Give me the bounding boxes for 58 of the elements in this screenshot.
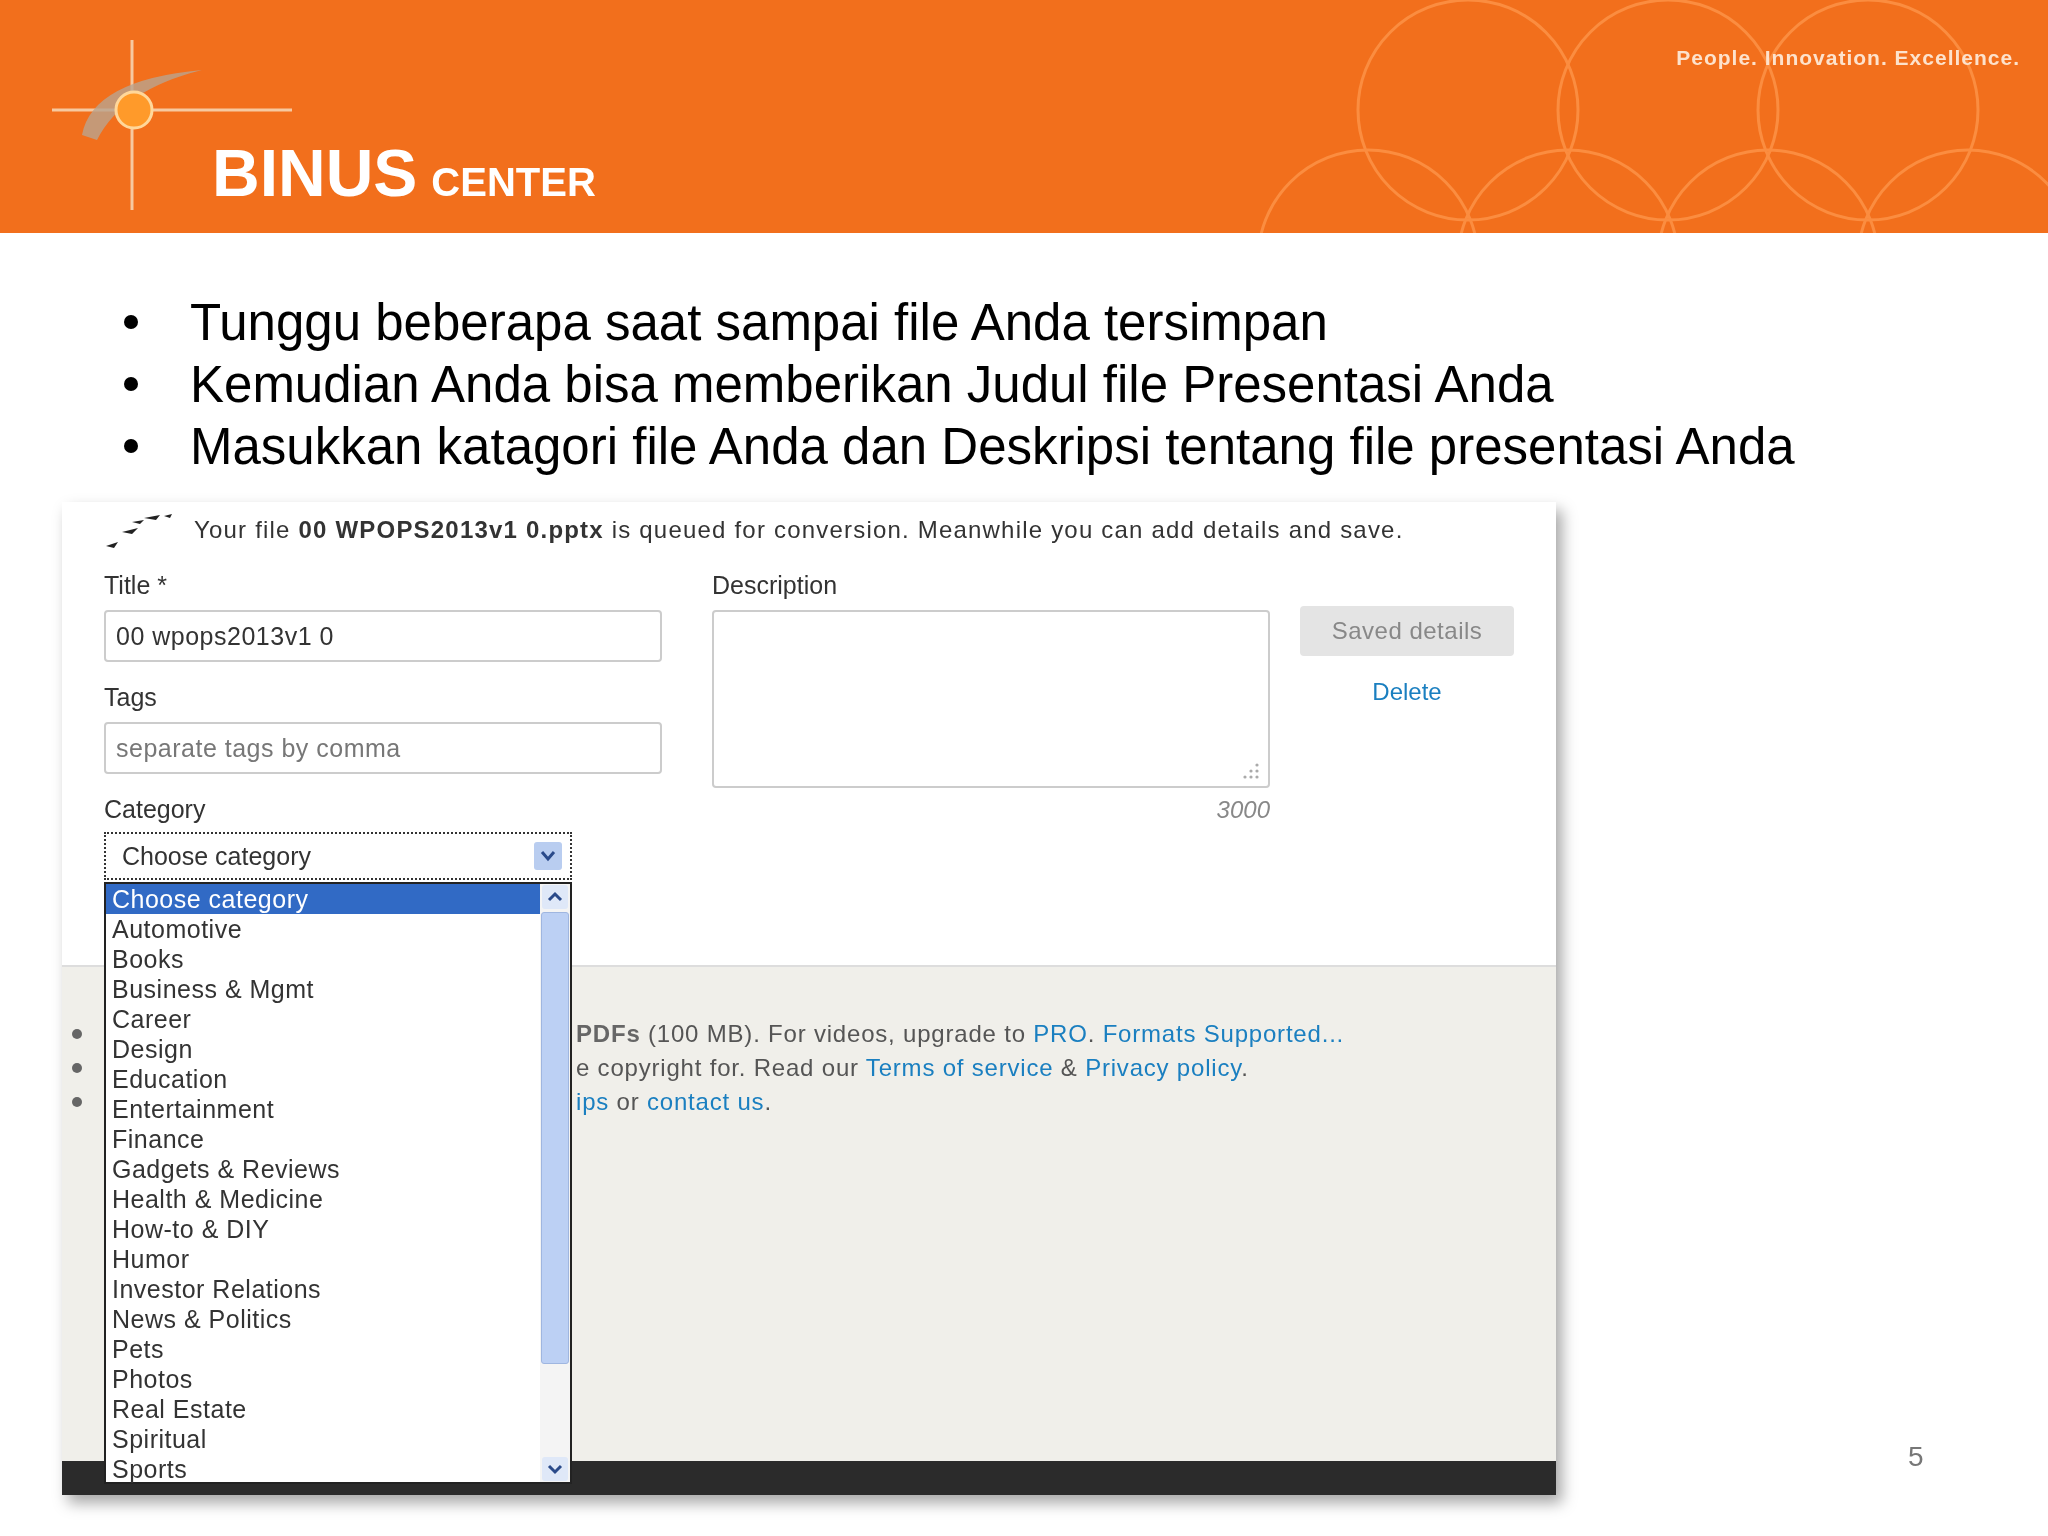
category-option[interactable]: Real Estate bbox=[106, 1394, 540, 1424]
category-option[interactable]: Spiritual bbox=[106, 1424, 540, 1454]
footer-link[interactable]: PRO bbox=[1033, 1020, 1088, 1047]
footer-link[interactable]: Formats Supported... bbox=[1102, 1020, 1345, 1047]
category-option[interactable]: News & Politics bbox=[106, 1304, 540, 1334]
bullet-icon bbox=[124, 315, 138, 329]
footer-link[interactable]: contact us bbox=[647, 1088, 765, 1115]
category-select[interactable]: Choose category bbox=[104, 832, 572, 880]
title-field[interactable]: 00 wpops2013v1 0 bbox=[104, 610, 662, 662]
category-option[interactable]: Business & Mgmt bbox=[106, 974, 540, 1004]
field-label: Description bbox=[712, 570, 839, 601]
category-option[interactable]: Investor Relations bbox=[106, 1274, 540, 1304]
category-option[interactable]: Sports bbox=[106, 1454, 540, 1484]
footer-note: e copyright for. Read our Terms of service & Privacy policy. bbox=[576, 1054, 1249, 1082]
queued-message: Your file 00 WPOPS2013v1 0.pptx is queued for conversion. Meanwhile you can add details and save. bbox=[194, 516, 1404, 544]
category-option[interactable]: Finance bbox=[106, 1124, 540, 1154]
character-counter: 3000 bbox=[1216, 796, 1270, 824]
footer-note: PDFs (100 MB). For videos, upgrade to PRO. Formats Supported... bbox=[576, 1020, 1345, 1048]
bullet-text: Masukkan katagori file Anda dan Deskripsi tentang file presentasi Anda bbox=[190, 416, 1795, 476]
tagline: People. Innovation. Excellence. bbox=[1676, 46, 2020, 70]
footer-link[interactable]: Terms of service bbox=[865, 1054, 1054, 1081]
category-option[interactable]: Photos bbox=[106, 1364, 540, 1394]
category-option[interactable]: Pets bbox=[106, 1334, 540, 1364]
category-option[interactable]: How-to & DIY bbox=[106, 1214, 540, 1244]
delete-link[interactable]: Delete bbox=[1372, 678, 1442, 706]
scroll-up-icon[interactable] bbox=[541, 884, 569, 910]
resize-grip-icon[interactable] bbox=[1242, 762, 1260, 780]
bullet-icon bbox=[124, 377, 138, 391]
scrollbar[interactable] bbox=[540, 884, 570, 1482]
description-field[interactable] bbox=[712, 610, 1270, 788]
field-label: Tags bbox=[104, 682, 158, 713]
bullet-text: Kemudian Anda bisa memberikan Judul file Presentasi Anda bbox=[190, 354, 1554, 414]
bullet-text: Tunggu beberapa saat sampai file Anda tersimpan bbox=[190, 292, 1328, 352]
category-option[interactable]: Gadgets & Reviews bbox=[106, 1154, 540, 1184]
logo-subtitle: CENTER bbox=[431, 162, 596, 202]
tags-field[interactable]: separate tags by comma bbox=[104, 722, 662, 774]
category-option[interactable]: Career bbox=[106, 1004, 540, 1034]
chevron-down-icon[interactable] bbox=[534, 842, 562, 870]
category-option[interactable]: Education bbox=[106, 1064, 540, 1094]
bullet-icon bbox=[72, 1029, 82, 1039]
category-option[interactable]: Design bbox=[106, 1034, 540, 1064]
category-option[interactable]: Books bbox=[106, 944, 540, 974]
bullet-icon bbox=[72, 1097, 82, 1107]
category-option[interactable]: Entertainment bbox=[106, 1094, 540, 1124]
category-option[interactable]: Choose category bbox=[106, 884, 540, 914]
field-label: Category bbox=[104, 794, 207, 825]
category-option[interactable]: Automotive bbox=[106, 914, 540, 944]
category-option[interactable]: Health & Medicine bbox=[106, 1184, 540, 1214]
bullet-icon bbox=[72, 1063, 82, 1073]
scroll-down-icon[interactable] bbox=[541, 1456, 569, 1482]
page-number: 5 bbox=[1908, 1441, 1924, 1473]
field-label: Title * bbox=[104, 570, 168, 601]
logo-wordmark: BINUS bbox=[212, 140, 418, 206]
bullet-icon bbox=[124, 439, 138, 453]
footer-link[interactable]: ips bbox=[576, 1088, 610, 1115]
footer-link[interactable]: Privacy policy bbox=[1085, 1054, 1242, 1081]
footer-note: ips or contact us. bbox=[576, 1088, 772, 1116]
category-option[interactable]: Humor bbox=[106, 1244, 540, 1274]
